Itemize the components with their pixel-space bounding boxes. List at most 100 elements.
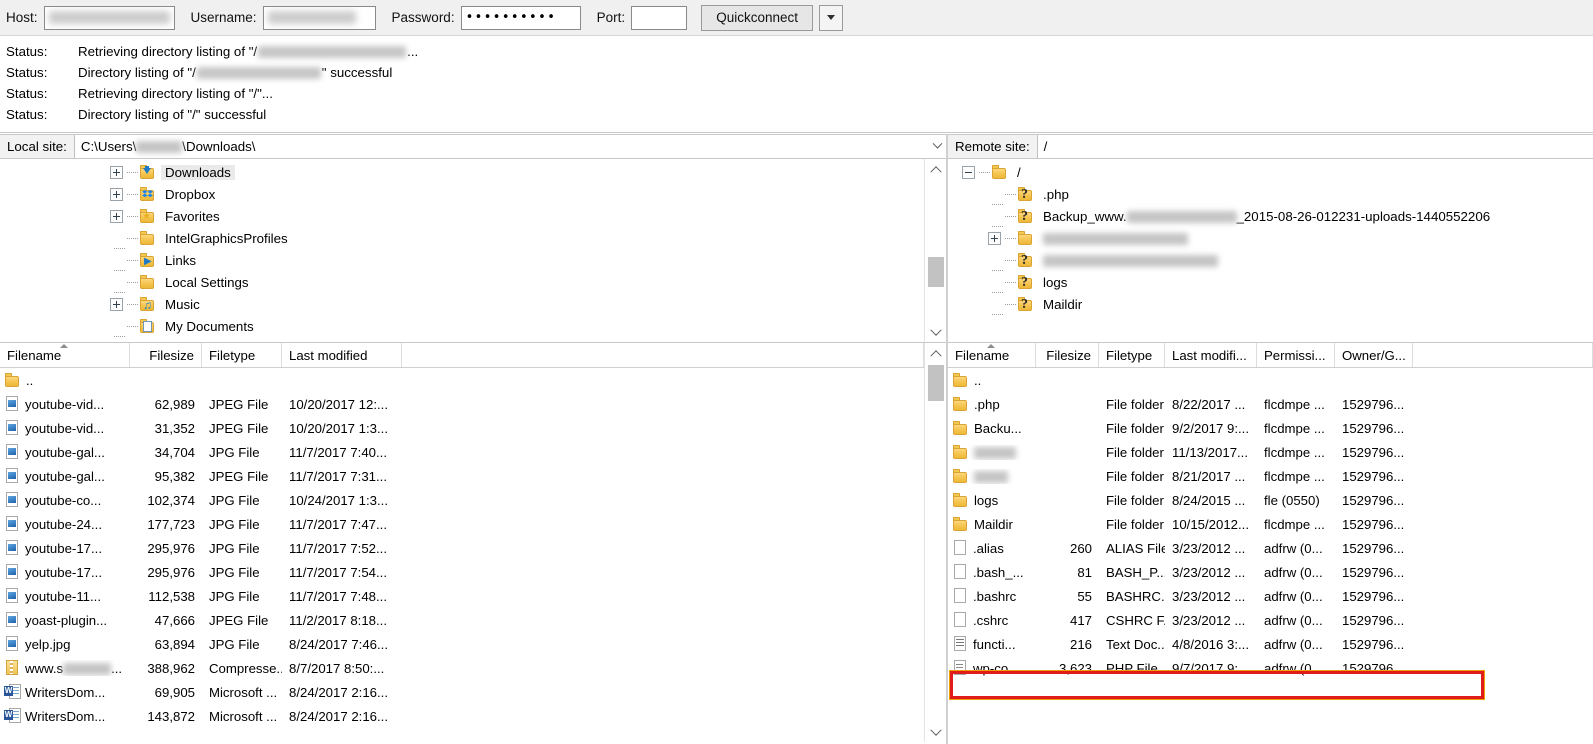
tree-item[interactable]: ♫ Music xyxy=(0,293,924,315)
tree-item[interactable]: Downloads xyxy=(0,161,924,183)
column-header-filename[interactable]: Filename xyxy=(0,343,130,367)
status-redacted-host xyxy=(196,66,321,79)
tree-item[interactable] xyxy=(948,227,1593,249)
scroll-down-button[interactable] xyxy=(925,323,946,342)
cell-type: JPEG File xyxy=(209,468,269,484)
cell-name: .bash_... xyxy=(948,564,1036,580)
cell-modified: 8/22/2017 ... xyxy=(1172,396,1246,412)
tree-item-label: Links xyxy=(165,252,197,268)
table-row[interactable]: yelp.jpg 63,894 JPG File 8/24/2017 7:46... xyxy=(0,632,924,656)
tree-item-label: Dropbox xyxy=(165,186,216,202)
tree-item[interactable]: ? .php xyxy=(948,183,1593,205)
table-row[interactable]: .. xyxy=(0,368,924,392)
tree-item[interactable]: ▶ Links xyxy=(0,249,924,271)
column-header-filetype[interactable]: Filetype xyxy=(1099,343,1165,367)
table-row[interactable]: youtube-vid... 62,989 JPEG File 10/20/2017 … xyxy=(0,392,924,416)
image-file-icon xyxy=(4,420,20,436)
column-header-filesize[interactable]: Filesize xyxy=(1036,343,1099,367)
remote-site-path-input[interactable]: / xyxy=(1037,135,1593,158)
table-row[interactable]: logs File folder 8/24/2015 ... fle (0550) 15… xyxy=(948,488,1593,512)
scroll-up-button[interactable] xyxy=(925,159,946,178)
local-list-scrollbar[interactable] xyxy=(924,343,946,742)
table-row[interactable]: Maildir File folder 10/15/2012... flcdmpe .… xyxy=(948,512,1593,536)
cell-name: youtube-gal... xyxy=(0,444,130,460)
cell-modified: 3/23/2012 ... xyxy=(1172,540,1246,556)
file-name: .bash_... xyxy=(973,564,1024,580)
expand-icon[interactable] xyxy=(110,165,123,179)
column-header-filename[interactable]: Filename xyxy=(948,343,1036,367)
cell-owner: 1529796... xyxy=(1342,444,1405,460)
table-row[interactable]: .cshrc 417 CSHRC F... 3/23/2012 ... adfrw (0… xyxy=(948,608,1593,632)
scrollbar-thumb[interactable] xyxy=(928,257,944,287)
tree-item[interactable]: ? Backup_www. _2015-08-26-012231-uploads-1… xyxy=(948,205,1593,227)
tree-item[interactable]: My Documents xyxy=(0,315,924,337)
local-site-path-input[interactable]: C:\Users\ \Downloads\ xyxy=(74,135,928,158)
tree-item[interactable]: ★ Favorites xyxy=(0,205,924,227)
column-header-last-modifi[interactable]: Last modifi... xyxy=(1165,343,1257,367)
table-row[interactable]: youtube-gal... 34,704 JPG File 11/7/2017 7:… xyxy=(0,440,924,464)
table-row[interactable]: .bashrc 55 BASHRC... 3/23/2012 ... adfrw (0.… xyxy=(948,584,1593,608)
tree-item[interactable]: IntelGraphicsProfiles xyxy=(0,227,924,249)
table-row[interactable]: functi... 216 Text Doc... 4/8/2016 3:... adf… xyxy=(948,632,1593,656)
table-row[interactable]: File folder 11/13/2017... flcdmpe ... 15297… xyxy=(948,440,1593,464)
local-tree-scrollbar[interactable] xyxy=(924,159,946,342)
table-row[interactable]: youtube-gal... 95,382 JPEG File 11/7/2017 7… xyxy=(0,464,924,488)
tree-item[interactable]: ? xyxy=(948,249,1593,271)
table-row[interactable]: yoast-plugin... 47,666 JPEG File 11/2/2017 … xyxy=(0,608,924,632)
table-row[interactable]: W WritersDom... 69,905 Microsoft ... 8/24/20… xyxy=(0,680,924,704)
scroll-up-button[interactable] xyxy=(925,343,946,362)
tree-item[interactable]: / xyxy=(948,161,1593,183)
table-row[interactable]: .alias 260 ALIAS File 3/23/2012 ... adfrw (0… xyxy=(948,536,1593,560)
table-row[interactable]: wp-co... 3,623 PHP File 9/7/2017 9:... adfrw… xyxy=(948,656,1593,680)
host-input[interactable] xyxy=(43,5,175,30)
column-header-last-modified[interactable]: Last modified xyxy=(282,343,402,367)
table-row[interactable]: youtube-17... 295,976 JPG File 11/7/2017 7:… xyxy=(0,560,924,584)
expand-icon[interactable] xyxy=(988,231,1001,245)
column-header-filetype[interactable]: Filetype xyxy=(202,343,282,367)
collapse-icon[interactable] xyxy=(962,165,975,179)
remote-directory-tree[interactable]: /? .php? Backup_www. _2015-08-26-012231-upl… xyxy=(948,159,1593,343)
remote-file-list[interactable]: Filename Filesize Filetype Last modifi... Pe… xyxy=(948,343,1593,742)
column-header-permissi[interactable]: Permissi... xyxy=(1257,343,1335,367)
table-row[interactable]: youtube-vid... 31,352 JPEG File 10/20/2017 … xyxy=(0,416,924,440)
table-row[interactable]: youtube-co... 102,374 JPG File 10/24/2017 1… xyxy=(0,488,924,512)
table-row[interactable]: .. xyxy=(948,368,1593,392)
tree-item[interactable]: Dropbox xyxy=(0,183,924,205)
column-header-blank[interactable] xyxy=(402,343,924,367)
tree-connector xyxy=(979,161,991,183)
password-input[interactable]: •••••••••• xyxy=(460,5,581,30)
tree-item[interactable]: Local Settings xyxy=(0,271,924,293)
expand-icon[interactable] xyxy=(110,187,123,201)
username-input[interactable] xyxy=(262,5,376,30)
column-header-blank[interactable] xyxy=(1413,343,1593,367)
table-row[interactable]: youtube-24... 177,723 JPG File 11/7/2017 7:… xyxy=(0,512,924,536)
cell-size: 95,382 xyxy=(154,468,195,484)
table-row[interactable]: Backu... File folder 9/2/2017 9:... flcdmpe… xyxy=(948,416,1593,440)
column-header-filesize[interactable]: Filesize xyxy=(130,343,202,367)
folder-unknown-icon: ? xyxy=(1017,208,1034,224)
expand-icon[interactable] xyxy=(110,209,123,223)
table-row[interactable]: .php File folder 8/22/2017 ... flcdmpe ... 1… xyxy=(948,392,1593,416)
local-site-dropdown[interactable] xyxy=(928,135,946,158)
table-row[interactable]: File folder 8/21/2017 ... flcdmpe ... 15297… xyxy=(948,464,1593,488)
quickconnect-button[interactable]: Quickconnect xyxy=(701,4,814,31)
file-name: Backu... xyxy=(974,420,1022,436)
column-header-owner-g[interactable]: Owner/G... xyxy=(1335,343,1413,367)
table-row[interactable]: W WritersDom... 143,872 Microsoft ... 8/24/2… xyxy=(0,704,924,728)
scrollbar-thumb[interactable] xyxy=(928,365,944,401)
port-input[interactable] xyxy=(631,5,688,30)
local-directory-tree[interactable]: Downloads Dropbox ★ Favorites IntelGraphicsP… xyxy=(0,159,946,343)
tree-item[interactable]: ? Maildir xyxy=(948,293,1593,315)
table-row[interactable]: youtube-17... 295,976 JPG File 11/7/2017 7:… xyxy=(0,536,924,560)
quickconnect-history-dropdown[interactable] xyxy=(819,4,844,31)
tree-item[interactable]: ? logs xyxy=(948,271,1593,293)
table-row[interactable]: www.s... 388,962 Compresse... 8/7/2017 8:50… xyxy=(0,656,924,680)
table-row[interactable]: youtube-11... 112,538 JPG File 11/7/2017 7:… xyxy=(0,584,924,608)
expand-icon[interactable] xyxy=(110,297,123,311)
local-file-list[interactable]: Filename Filesize Filetype Last modified ..… xyxy=(0,343,946,742)
file-name: WritersDom... xyxy=(25,684,106,700)
scroll-down-button[interactable] xyxy=(925,723,946,742)
table-row[interactable]: .bash_... 81 BASH_P... 3/23/2012 ... adfrw (… xyxy=(948,560,1593,584)
